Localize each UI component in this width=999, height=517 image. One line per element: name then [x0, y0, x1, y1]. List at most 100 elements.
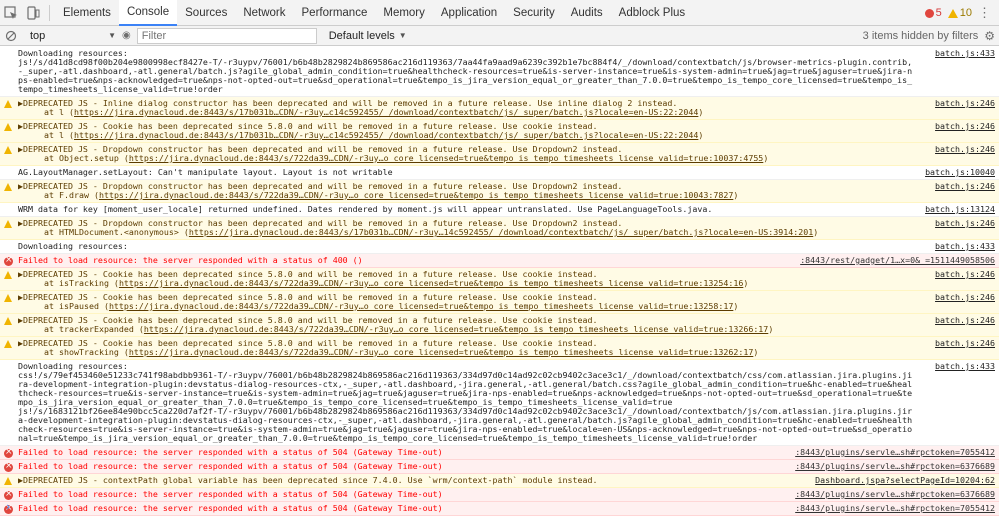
stack-frame-label: at HTMLDocument.<anonymous> (	[44, 227, 189, 237]
source-link[interactable]: batch.js:246	[935, 219, 995, 228]
stack-frame-label: at isPaused (	[44, 301, 109, 311]
console-message: WRM data for key [moment_user_locale] re…	[0, 203, 999, 217]
error-count-badge[interactable]: 5	[924, 7, 942, 19]
stack-frame-link[interactable]: https://jira.dynacloud.de:8443/s/722da39…	[129, 347, 753, 357]
console-message: Failed to load resource: the server resp…	[0, 502, 999, 516]
source-link[interactable]: batch.js:246	[935, 99, 995, 108]
warning-icon	[947, 8, 958, 18]
more-options-icon[interactable]: ⋮	[978, 5, 991, 21]
stack-frame-close: )	[753, 347, 759, 357]
warning-icon	[4, 477, 12, 485]
message-text[interactable]: ▶DEPRECATED JS - contextPath global vari…	[18, 476, 917, 485]
source-link[interactable]: batch.js:246	[935, 339, 995, 348]
tab-elements[interactable]: Elements	[55, 0, 119, 26]
source-link[interactable]: :8443/plugins/servle…sh#rpctoken=6376689	[795, 462, 995, 471]
stack-frame-close: )	[768, 324, 774, 334]
source-link[interactable]: batch.js:10040	[925, 168, 995, 177]
warning-icon	[4, 271, 12, 279]
warning-icon	[4, 123, 12, 131]
tab-network[interactable]: Network	[235, 0, 293, 26]
error-icon	[4, 490, 13, 500]
source-link[interactable]: :8443/plugins/servle…sh#rpctoken=6376689	[795, 490, 995, 499]
tab-adblock-plus[interactable]: Adblock Plus	[611, 0, 693, 26]
stack-frame-close: )	[733, 190, 739, 200]
message-text: WRM data for key [moment_user_locale] re…	[18, 204, 713, 214]
stack-frame-link[interactable]: https://jira.dynacloud.de:8443/s/722da39…	[99, 190, 733, 200]
tab-security[interactable]: Security	[505, 0, 563, 26]
console-message: ▶DEPRECATED JS - Cookie has been depreca…	[0, 314, 999, 337]
tab-performance[interactable]: Performance	[294, 0, 376, 26]
source-link[interactable]: batch.js:433	[935, 49, 995, 58]
eye-icon[interactable]: ◉	[122, 30, 131, 41]
inspect-element-icon[interactable]	[0, 0, 22, 26]
tab-memory[interactable]: Memory	[375, 0, 433, 26]
console-message: Failed to load resource: the server resp…	[0, 488, 999, 502]
stack-frame: at HTMLDocument.<anonymous> (https://jir…	[18, 228, 917, 237]
stack-frame-label: at l (	[44, 130, 74, 140]
source-link[interactable]: batch.js:246	[935, 293, 995, 302]
tab-console[interactable]: Console	[118, 0, 178, 26]
stack-frame-link[interactable]: https://jira.dynacloud.de:8443/s/722da39…	[144, 324, 768, 334]
source-link[interactable]: batch.js:246	[935, 122, 995, 131]
device-toolbar-icon[interactable]	[22, 0, 44, 26]
console-message: ▶DEPRECATED JS - Cookie has been depreca…	[0, 120, 999, 143]
source-link[interactable]: batch.js:246	[935, 182, 995, 191]
log-levels-dropdown[interactable]: Default levels ▼	[329, 30, 407, 42]
console-message: ▶DEPRECATED JS - Cookie has been depreca…	[0, 337, 999, 360]
stack-frame-link[interactable]: https://jira.dynacloud.de:8443/s/17b031b…	[74, 130, 698, 140]
message-text: Failed to load resource: the server resp…	[18, 503, 443, 513]
stack-frame-link[interactable]: https://jira.dynacloud.de:8443/s/722da39…	[109, 301, 733, 311]
source-link[interactable]: batch.js:433	[935, 362, 995, 371]
warning-count-badge[interactable]: 10	[947, 7, 972, 19]
stack-frame: at showTracking (https://jira.dynacloud.…	[18, 348, 917, 357]
devtools-toolbar: Elements Console Sources Network Performance…	[0, 0, 999, 26]
context-value: top	[30, 29, 46, 42]
stack-frame-label: at l (	[44, 107, 74, 117]
dropdown-arrow-icon: ▼	[108, 31, 116, 40]
warning-icon	[4, 317, 12, 325]
stack-frame-link[interactable]: https://jira.dynacloud.de:8443/s/722da39…	[129, 153, 763, 163]
source-link[interactable]: :8443/rest/gadget/1…x=0&_=1511449058506	[800, 256, 995, 265]
log-levels-label: Default levels	[328, 29, 395, 42]
source-link[interactable]: batch.js:246	[935, 270, 995, 279]
source-link[interactable]: batch.js:433	[935, 242, 995, 251]
console-message: ▶DEPRECATED JS - Dropdown constructor ha…	[0, 217, 999, 240]
message-text: Failed to load resource: the server resp…	[18, 255, 363, 265]
stack-frame-link[interactable]: https://jira.dynacloud.de:8443/s/17b031b…	[189, 227, 813, 237]
stack-frame-link[interactable]: https://jira.dynacloud.de:8443/s/722da39…	[119, 278, 743, 288]
settings-gear-icon[interactable]: ⚙	[984, 29, 995, 43]
source-link[interactable]: :8443/plugins/servle…sh#rpctoken=7055412	[795, 504, 995, 513]
clear-console-icon[interactable]	[0, 30, 22, 42]
warning-icon	[4, 100, 12, 108]
tab-sources[interactable]: Sources	[177, 0, 235, 26]
message-text: AG.LayoutManager.setLayout: Can't manipu…	[18, 167, 393, 177]
console-prompt[interactable]: ›	[6, 500, 10, 513]
console-message: ▶DEPRECATED JS - Dropdown constructor ha…	[0, 143, 999, 166]
console-message: ▶DEPRECATED JS - Dropdown constructor ha…	[0, 180, 999, 203]
stack-frame-label: at isTracking (	[44, 278, 119, 288]
stack-frame-label: at showTracking (	[44, 347, 129, 357]
stack-frame-close: )	[698, 130, 704, 140]
stack-frame: at Object.setup (https://jira.dynacloud.…	[18, 154, 917, 163]
source-link[interactable]: batch.js:246	[935, 145, 995, 154]
source-link[interactable]: Dashboard.jspa?selectPageId=10204:62	[815, 476, 995, 485]
console-message: ▶DEPRECATED JS - Cookie has been depreca…	[0, 268, 999, 291]
console-message: Failed to load resource: the server resp…	[0, 460, 999, 474]
console-message: AG.LayoutManager.setLayout: Can't manipu…	[0, 166, 999, 180]
stack-frame-link[interactable]: https://jira.dynacloud.de:8443/s/17b031b…	[74, 107, 698, 117]
tab-audits[interactable]: Audits	[563, 0, 611, 26]
stack-frame: at l (https://jira.dynacloud.de:8443/s/1…	[18, 108, 917, 117]
console-message: ▶DEPRECATED JS - Inline dialog construct…	[0, 97, 999, 120]
message-text: Failed to load resource: the server resp…	[18, 489, 443, 499]
warning-icon	[4, 340, 12, 348]
console-message: Downloading resources: css!/s/79ef453460e…	[0, 360, 999, 446]
stack-frame-label: at trackerExpanded (	[44, 324, 144, 334]
source-link[interactable]: batch.js:13124	[925, 205, 995, 214]
source-link[interactable]: batch.js:246	[935, 316, 995, 325]
warning-icon	[4, 294, 12, 302]
message-text: js!/s/d41d8cd98f00b204e9800998ecf8427e-T…	[18, 57, 913, 94]
filter-input[interactable]	[136, 27, 317, 44]
context-selector[interactable]: top ▼	[22, 30, 122, 42]
source-link[interactable]: :8443/plugins/servle…sh#rpctoken=7055412	[795, 448, 995, 457]
tab-application[interactable]: Application	[433, 0, 505, 26]
